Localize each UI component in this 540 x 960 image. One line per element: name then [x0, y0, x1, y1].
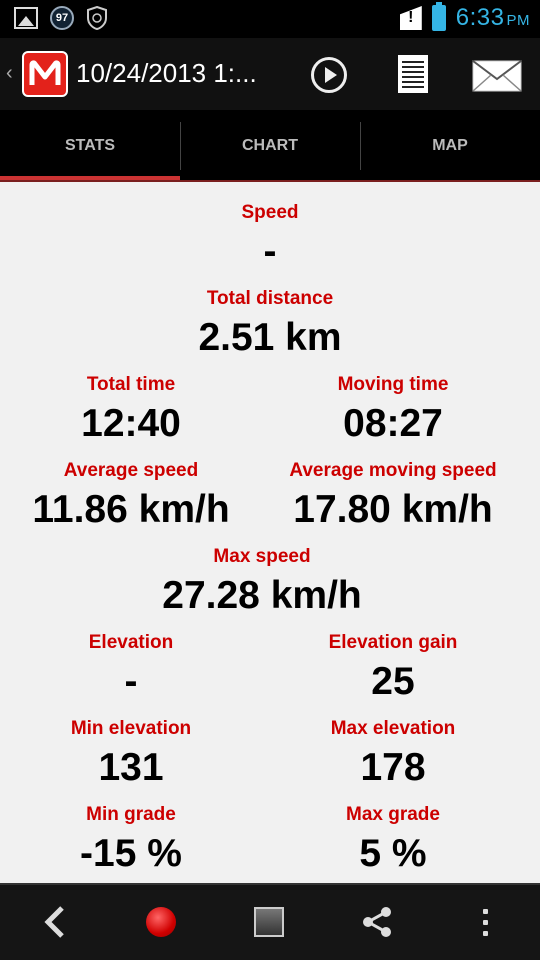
gallery-icon [14, 7, 38, 29]
tab-map[interactable]: MAP [360, 110, 540, 182]
stat-max-speed: Max speed 27.28 km/h [0, 546, 524, 618]
stat-value: 27.28 km/h [162, 574, 362, 617]
stat-value: 25 [371, 660, 415, 703]
stat-label: Elevation [88, 632, 174, 653]
stop-button[interactable] [244, 897, 294, 947]
action-bar: ‹ 10/24/2013 1:... [0, 38, 540, 110]
stat-label: Average speed [63, 460, 199, 481]
stat-total-time: Total time 12:40 [0, 374, 262, 446]
stat-moving-time: Moving time 08:27 [262, 374, 524, 446]
record-icon [146, 907, 176, 937]
stat-value: 178 [360, 746, 426, 789]
stat-average-moving-speed: Average moving speed 17.80 km/h [262, 460, 524, 532]
stop-icon [254, 907, 284, 937]
stat-value: 11.86 km/h [32, 488, 230, 531]
stat-value: -15 % [80, 832, 182, 875]
stat-min-grade: Min grade -15 % [0, 804, 262, 876]
stat-label: Average moving speed [289, 460, 497, 481]
stat-value: 131 [98, 746, 164, 789]
share-icon [363, 907, 391, 937]
tab-bar: STATS CHART MAP [0, 110, 540, 182]
mail-icon[interactable] [472, 60, 522, 92]
stat-value: 2.51 km [198, 316, 342, 359]
activity-title: 10/24/2013 1:... [76, 58, 257, 88]
stat-label: Min elevation [70, 718, 192, 739]
overflow-menu-icon [482, 908, 488, 936]
document-icon[interactable] [398, 55, 428, 93]
alert-icon: ! [399, 6, 422, 30]
stat-value: 17.80 km/h [293, 488, 493, 531]
bottom-action-bar [0, 883, 540, 960]
share-button[interactable] [352, 897, 402, 947]
up-caret-icon[interactable]: ‹ [6, 62, 13, 85]
stat-label: Elevation gain [328, 632, 458, 653]
status-bar: 97 ! 6:33 PM [0, 0, 540, 38]
tab-stats[interactable]: STATS [0, 110, 180, 182]
stat-max-elevation: Max elevation 178 [262, 718, 524, 790]
overflow-menu-button[interactable] [460, 897, 510, 947]
back-icon [44, 906, 64, 938]
back-button[interactable] [30, 897, 80, 947]
stat-total-distance: Total distance 2.51 km [0, 288, 540, 360]
stat-label: Max grade [346, 804, 440, 825]
stats-panel: Speed - Total distance 2.51 km Total tim… [0, 182, 540, 883]
stat-value: 5 % [359, 832, 427, 875]
stat-elevation: Elevation - [0, 632, 262, 704]
stat-elevation-gain: Elevation gain 25 [262, 632, 524, 704]
stat-label: Total time [86, 374, 176, 395]
stat-value: - [263, 230, 277, 273]
stat-speed: Speed - [0, 202, 540, 274]
app-logo-icon[interactable] [22, 51, 68, 97]
stat-label: Moving time [337, 374, 449, 395]
shield-icon [87, 6, 107, 30]
tab-chart[interactable]: CHART [180, 110, 360, 182]
stat-max-grade: Max grade 5 % [262, 804, 524, 876]
notification-count-icon: 97 [50, 6, 74, 30]
stat-label: Min grade [86, 804, 176, 825]
stat-min-elevation: Min elevation 131 [0, 718, 262, 790]
clock: 6:33 PM [455, 4, 530, 31]
stat-value: - [124, 660, 138, 703]
stat-average-speed: Average speed 11.86 km/h [0, 460, 262, 532]
stat-value: 08:27 [343, 402, 443, 445]
stat-label: Speed [241, 202, 299, 223]
play-icon[interactable] [311, 57, 347, 93]
stat-label: Max elevation [330, 718, 456, 739]
stat-label: Max speed [213, 546, 311, 567]
stat-label: Total distance [206, 288, 334, 309]
record-button[interactable] [136, 897, 186, 947]
battery-icon [431, 2, 446, 31]
stat-value: 12:40 [81, 402, 181, 445]
